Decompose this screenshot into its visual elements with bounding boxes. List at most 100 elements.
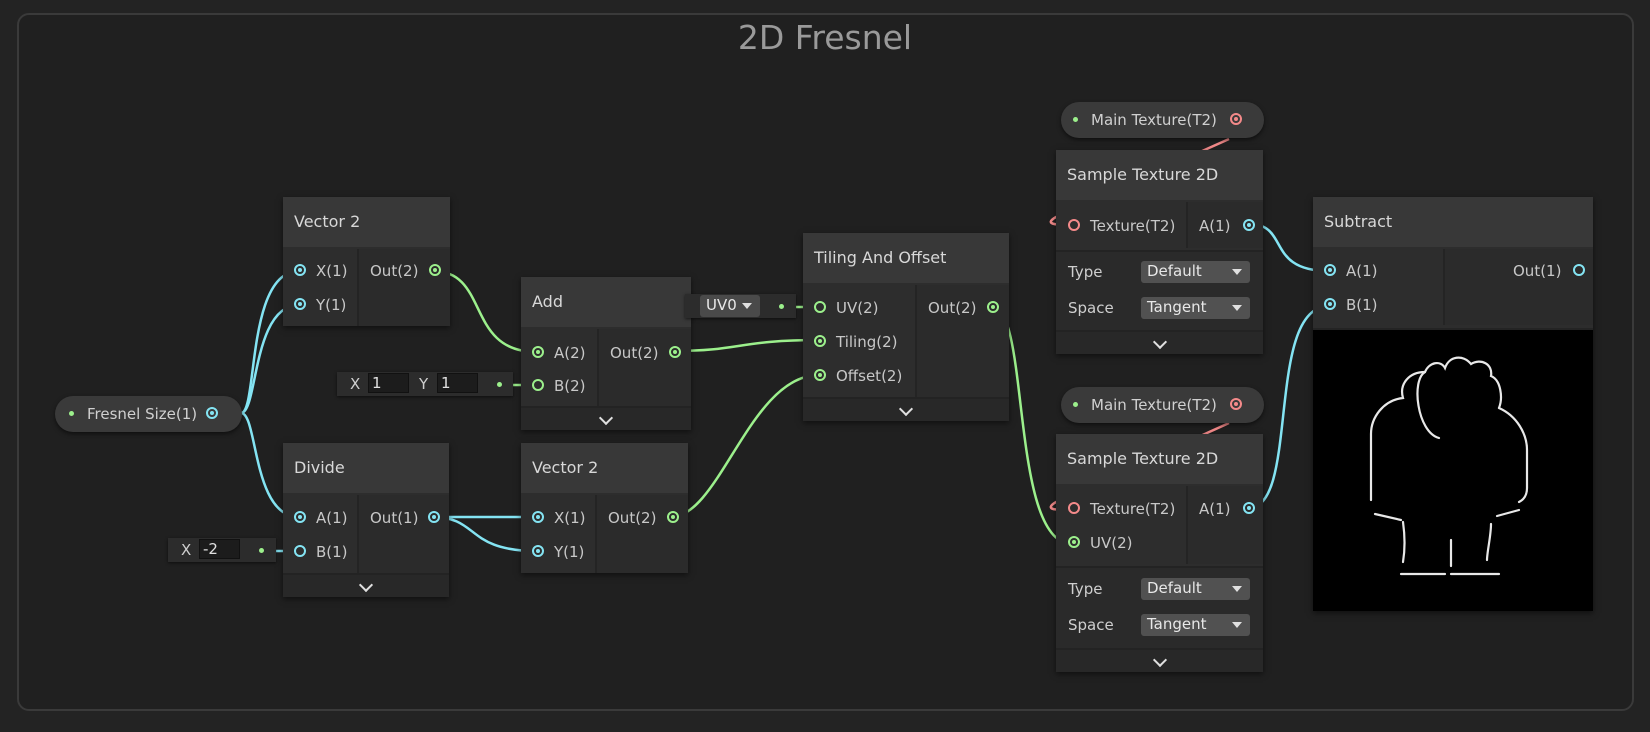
type-value: Default: [1147, 262, 1202, 280]
input-port-y[interactable]: [532, 545, 544, 557]
output-port-out[interactable]: [987, 301, 999, 313]
input-port-x[interactable]: [532, 511, 544, 523]
input-port-a[interactable]: [294, 511, 306, 523]
output-port-out[interactable]: [428, 511, 440, 523]
type-label: Type: [1068, 580, 1103, 598]
field-y-label: Y: [419, 375, 429, 393]
output-port-a[interactable]: [1243, 219, 1255, 231]
node-title: Divide: [283, 443, 449, 493]
dropdown-arrow-icon: [1232, 305, 1242, 311]
output-port-texture[interactable]: [1230, 398, 1242, 410]
property-fresnel-size[interactable]: Fresnel Size(1): [55, 396, 242, 432]
property-label: Main Texture(T2): [1091, 111, 1217, 129]
input-port-texture[interactable]: [1068, 219, 1080, 231]
input-port-texture[interactable]: [1068, 502, 1080, 514]
field-x-value[interactable]: 1: [368, 373, 409, 393]
port-label-y: Y(1): [316, 296, 347, 314]
input-port-uv[interactable]: [814, 301, 826, 313]
chevron-down-icon: [898, 401, 914, 417]
space-dropdown[interactable]: Tangent: [1141, 297, 1250, 319]
property-label: Main Texture(T2): [1091, 396, 1217, 414]
space-dropdown[interactable]: Tangent: [1141, 614, 1250, 636]
output-port-texture[interactable]: [1230, 113, 1242, 125]
input-port-x[interactable]: [294, 264, 306, 276]
property-indicator-dot: [1073, 402, 1078, 407]
node-title: Vector 2: [283, 197, 450, 247]
space-label: Space: [1068, 299, 1114, 317]
chevron-down-icon: [1152, 334, 1167, 350]
port-label-b: B(2): [554, 377, 586, 395]
node-tiling-and-offset[interactable]: Tiling And Offset UV(2) Tiling(2) Offset…: [803, 233, 1009, 421]
output-port-out[interactable]: [669, 346, 681, 358]
port-label-out: Out(2): [928, 299, 977, 317]
node-title: Tiling And Offset: [803, 233, 1009, 283]
node-sample-texture-2[interactable]: Sample Texture 2D Texture(T2) UV(2) A(1)…: [1056, 434, 1263, 672]
node-title: Vector 2: [521, 443, 688, 493]
field-x-label: X: [181, 541, 192, 559]
output-port-fresnel[interactable]: [206, 407, 218, 419]
input-port-b[interactable]: [1324, 298, 1336, 310]
input-port-offset[interactable]: [814, 369, 826, 381]
input-port-b[interactable]: [532, 379, 544, 391]
port-label-offset: Offset(2): [836, 367, 903, 385]
port-label-a: A(2): [554, 344, 586, 362]
type-dropdown[interactable]: Default: [1141, 578, 1250, 600]
input-port-uv[interactable]: [1068, 536, 1080, 548]
uv-channel-dropdown[interactable]: UV0: [700, 295, 760, 317]
node-title: Subtract: [1313, 197, 1593, 247]
space-value: Tangent: [1147, 615, 1207, 633]
port-label-out: Out(1): [1513, 262, 1562, 280]
input-port-b[interactable]: [294, 545, 306, 557]
input-port-a[interactable]: [1324, 264, 1336, 276]
port-label-x: X(1): [316, 262, 348, 280]
node-title: Add: [521, 277, 691, 327]
node-sample-texture-1[interactable]: Sample Texture 2D Texture(T2) A(1) Type …: [1056, 150, 1263, 354]
port-label-texture: Texture(T2): [1090, 217, 1176, 235]
dropdown-arrow-icon: [1232, 622, 1242, 628]
node-vector2-bottom[interactable]: Vector 2 X(1) Y(1) Out(2): [521, 443, 688, 573]
preview-window: [1313, 328, 1593, 611]
field-y-value[interactable]: 1: [437, 373, 478, 393]
add-b-input-field: X 1 Y 1: [337, 372, 513, 396]
port-label-out: Out(2): [370, 262, 419, 280]
property-main-texture-2[interactable]: Main Texture(T2): [1061, 387, 1264, 423]
node-vector2-top[interactable]: Vector 2 X(1) Y(1) Out(2): [283, 197, 450, 326]
graph-title: 2D Fresnel: [737, 18, 913, 57]
port-label-out: Out(1): [370, 509, 419, 527]
type-value: Default: [1147, 579, 1202, 597]
chevron-down-icon: [1152, 652, 1167, 668]
input-port-y[interactable]: [294, 298, 306, 310]
port-label-out: Out(2): [610, 344, 659, 362]
expand-button[interactable]: [1056, 648, 1263, 672]
output-port-a[interactable]: [1243, 502, 1255, 514]
node-add[interactable]: Add A(2) B(2) Out(2): [521, 277, 691, 430]
port-label-texture: Texture(T2): [1090, 500, 1176, 518]
expand-button[interactable]: [521, 406, 691, 430]
node-title: Sample Texture 2D: [1056, 150, 1263, 200]
preview-image-outline: [1369, 356, 1529, 576]
dropdown-arrow-icon: [1232, 269, 1242, 275]
property-indicator-dot: [69, 411, 74, 416]
space-label: Space: [1068, 616, 1114, 634]
dropdown-arrow-icon: [742, 303, 752, 309]
port-label-uv: UV(2): [1090, 534, 1133, 552]
port-label-a: A(1): [316, 509, 348, 527]
output-port-out[interactable]: [1573, 264, 1585, 276]
type-label: Type: [1068, 263, 1103, 281]
input-port-tiling[interactable]: [814, 335, 826, 347]
output-port-out[interactable]: [429, 264, 441, 276]
port-label-out: Out(2): [608, 509, 657, 527]
expand-button[interactable]: [283, 573, 449, 597]
node-title: Sample Texture 2D: [1056, 434, 1263, 484]
port-label-x: X(1): [554, 509, 586, 527]
output-port-out[interactable]: [667, 511, 679, 523]
expand-button[interactable]: [1056, 330, 1263, 354]
property-main-texture-1[interactable]: Main Texture(T2): [1061, 102, 1264, 138]
node-divide[interactable]: Divide A(1) B(1) Out(1): [283, 443, 449, 597]
type-dropdown[interactable]: Default: [1141, 261, 1250, 283]
port-label-b: B(1): [316, 543, 348, 561]
node-subtract[interactable]: Subtract A(1) B(1) Out(1): [1313, 197, 1593, 611]
expand-button[interactable]: [803, 397, 1009, 421]
input-port-a[interactable]: [532, 346, 544, 358]
field-x-value[interactable]: -2: [199, 539, 240, 559]
